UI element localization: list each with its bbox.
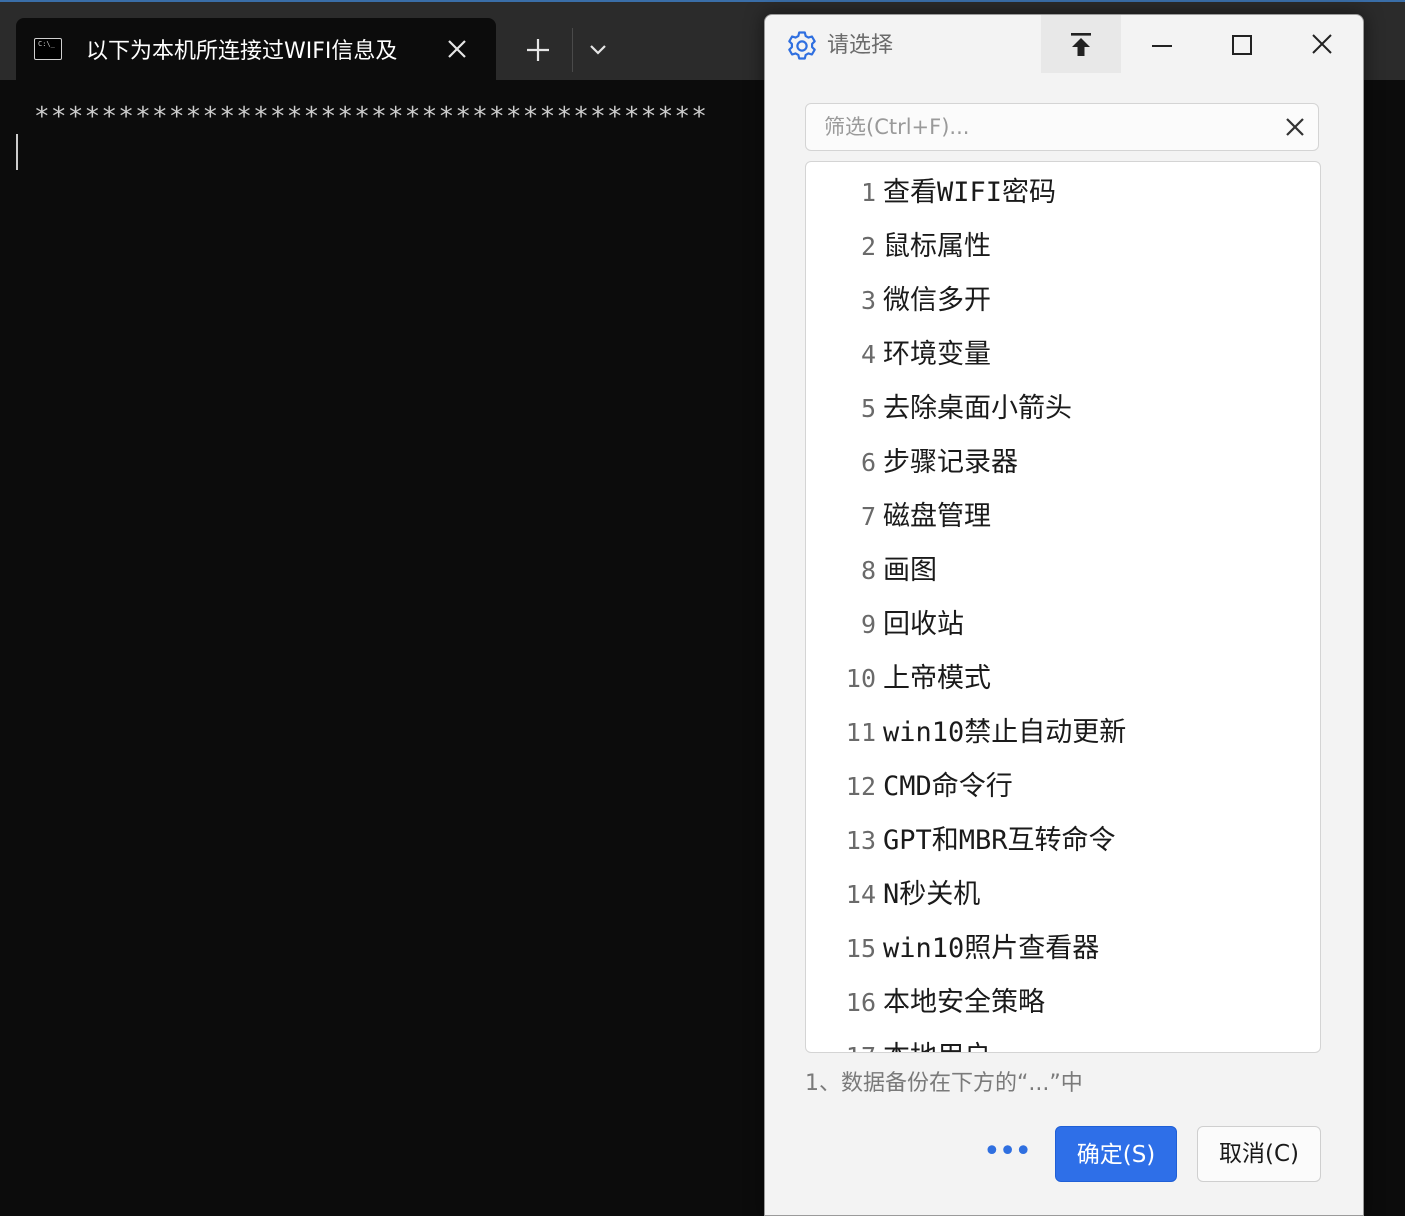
list-item-label: 微信多开	[883, 285, 991, 316]
dialog-title: 请选择	[827, 33, 894, 58]
select-dialog: 请选择 1查看WIFI密码2鼠标属性3微信多开4环境变量5去除桌面小箭头6步骤记…	[764, 14, 1364, 1216]
minimize-icon	[1152, 45, 1172, 47]
minimize-button[interactable]	[1141, 29, 1183, 63]
list-item-number: 5	[860, 394, 876, 423]
list-item-number: 16	[845, 988, 876, 1017]
list-item-label: CMD命令行	[883, 771, 1013, 802]
cancel-button[interactable]: 取消(C)	[1197, 1126, 1321, 1182]
list-item[interactable]: 17 本地用户	[806, 1030, 1320, 1052]
list-item-number: 12	[845, 772, 876, 801]
option-list-items: 1 查看WIFI密码 2 鼠标属性 3 微信多开 4 环境变量 5 去除桌面小箭头 6 步骤记录器 7 磁…	[806, 166, 1320, 1052]
list-item-label: 画图	[883, 555, 937, 586]
list-item-label: 上帝模式	[883, 663, 991, 694]
more-button[interactable]: •••	[983, 1127, 1032, 1183]
list-item[interactable]: 3 微信多开	[806, 274, 1320, 328]
list-item-label: GPT和MBR互转命令	[883, 825, 1116, 856]
close-icon	[1286, 118, 1304, 136]
ok-button[interactable]: 确定(S)	[1055, 1126, 1177, 1182]
list-item[interactable]: 14 N秒关机	[806, 868, 1320, 922]
list-item-label: win10照片查看器	[883, 933, 1100, 964]
hint-text: 1、数据备份在下方的“...”中	[805, 1071, 1083, 1096]
new-tab-button[interactable]	[520, 32, 556, 68]
list-item[interactable]: 16 本地安全策略	[806, 976, 1320, 1030]
list-item-label: 鼠标属性	[883, 231, 991, 262]
list-item[interactable]: 8 画图	[806, 544, 1320, 598]
filter-box	[805, 103, 1319, 151]
list-item-label: 去除桌面小箭头	[883, 393, 1072, 424]
gear-icon	[788, 31, 816, 60]
list-item-number: 14	[845, 880, 876, 909]
text-cursor	[16, 134, 18, 170]
chevron-down-icon	[590, 45, 606, 55]
filter-input[interactable]	[822, 104, 1266, 150]
pin-top-icon	[1071, 33, 1091, 56]
list-item-label: 本地用户	[883, 1030, 991, 1052]
list-item[interactable]: 10 上帝模式	[806, 652, 1320, 706]
tab-close-button[interactable]	[440, 32, 474, 66]
list-item[interactable]: 12 CMD命令行	[806, 760, 1320, 814]
list-item-number: 13	[845, 826, 876, 855]
list-item[interactable]: 11 win10禁止自动更新	[806, 706, 1320, 760]
list-item[interactable]: 2 鼠标属性	[806, 220, 1320, 274]
list-item-label: 本地安全策略	[883, 987, 1045, 1018]
close-button[interactable]	[1301, 29, 1343, 63]
filter-clear-button[interactable]	[1282, 114, 1308, 140]
list-item-number: 17	[826, 1030, 876, 1052]
list-item[interactable]: 6 步骤记录器	[806, 436, 1320, 490]
list-item-number: 8	[860, 556, 876, 585]
list-item-number: 10	[845, 664, 876, 693]
terminal-icon: C:\_	[34, 38, 62, 60]
tab-dropdown-button[interactable]	[582, 32, 614, 68]
list-item-number: 2	[860, 232, 876, 261]
list-item-number: 4	[860, 340, 876, 369]
list-item-number: 1	[860, 178, 876, 207]
list-item-label: N秒关机	[883, 879, 981, 910]
list-item-number: 15	[845, 934, 876, 963]
list-item-label: win10禁止自动更新	[883, 717, 1127, 748]
list-item-number: 3	[860, 286, 876, 315]
list-item[interactable]: 9 回收站	[806, 598, 1320, 652]
list-item-number: 11	[845, 718, 876, 747]
list-item[interactable]: 5 去除桌面小箭头	[806, 382, 1320, 436]
option-list[interactable]: 1 查看WIFI密码 2 鼠标属性 3 微信多开 4 环境变量 5 去除桌面小箭头 6 步骤记录器 7 磁…	[805, 161, 1321, 1053]
list-item-label: 查看WIFI密码	[883, 177, 1057, 208]
list-item-label: 回收站	[883, 609, 964, 640]
tab-separator	[572, 28, 573, 72]
list-item[interactable]: 7 磁盘管理	[806, 490, 1320, 544]
list-item-label: 环境变量	[883, 339, 991, 370]
close-icon	[1312, 34, 1332, 54]
list-item-number: 9	[860, 610, 876, 639]
list-item-label: 步骤记录器	[883, 447, 1018, 478]
terminal-tab[interactable]: C:\_ 以下为本机所连接过WIFI信息及	[16, 18, 496, 82]
plus-icon	[527, 39, 549, 61]
output-line: ****************************************	[34, 102, 709, 132]
list-item[interactable]: 13 GPT和MBR互转命令	[806, 814, 1320, 868]
list-item[interactable]: 4 环境变量	[806, 328, 1320, 382]
maximize-icon	[1232, 35, 1252, 55]
list-item-number: 7	[860, 502, 876, 531]
tab-title: 以下为本机所连接过WIFI信息及	[86, 39, 398, 64]
pin-top-button[interactable]	[1041, 15, 1121, 73]
list-item[interactable]: 1 查看WIFI密码	[806, 166, 1320, 220]
list-item-number: 6	[860, 448, 876, 477]
list-item[interactable]: 15 win10照片查看器	[806, 922, 1320, 976]
maximize-button[interactable]	[1221, 29, 1263, 63]
list-item-label: 磁盘管理	[883, 501, 991, 532]
close-icon	[448, 40, 466, 58]
